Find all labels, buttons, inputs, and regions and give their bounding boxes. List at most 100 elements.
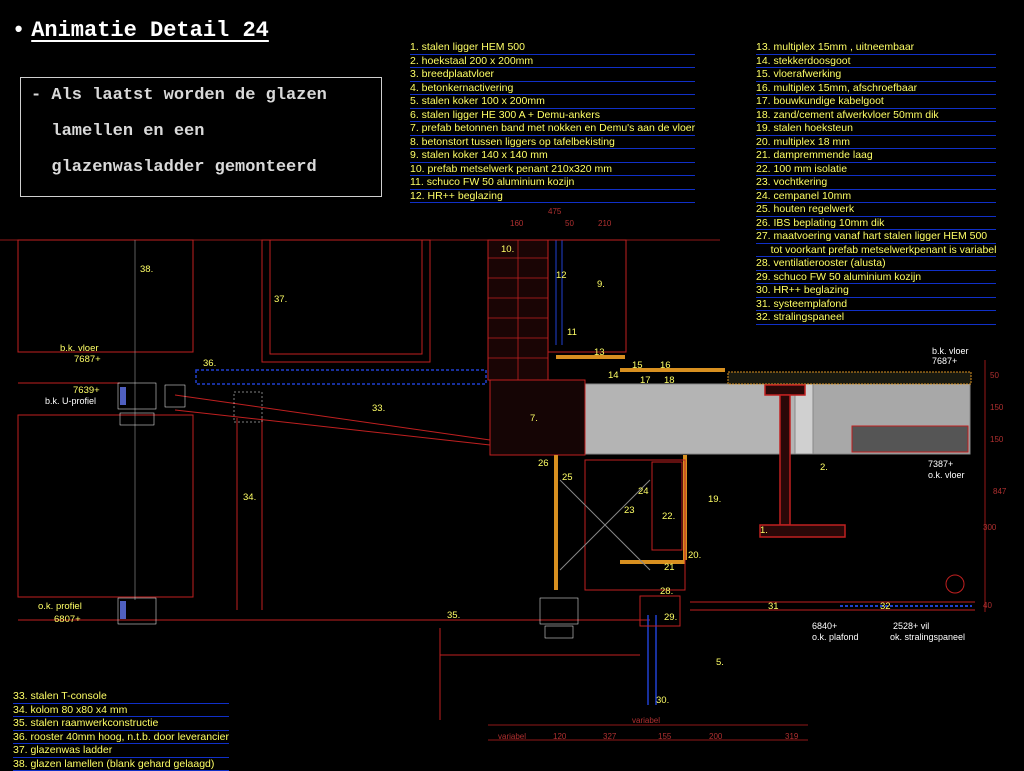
dimension-label: 210 — [598, 219, 612, 228]
legend-item: 20. multiplex 18 mm — [756, 136, 996, 150]
callout-13: 13 — [594, 347, 605, 358]
legend-item: 8. betonstort tussen liggers op tafelbek… — [410, 136, 695, 150]
dimension-label: 319 — [785, 732, 799, 741]
dimension-label: 40 — [983, 601, 992, 610]
callout-20: 20. — [688, 550, 701, 561]
legend-item: 37. glazenwas ladder — [13, 744, 229, 758]
callout-15: 15 — [632, 360, 643, 371]
level-label: b.k. vloer — [932, 346, 969, 356]
legend-item: 2. hoekstaal 200 x 200mm — [410, 55, 695, 69]
legend-bottom-left: 33. stalen T-console 34. kolom 80 x80 x4… — [13, 690, 229, 771]
legend-item: 21. dampremmende laag — [756, 149, 996, 163]
legend-item: 16. multiplex 15mm, afschroefbaar — [756, 82, 996, 96]
dimension-label: variabel — [498, 732, 526, 741]
callout-31: 31 — [768, 601, 779, 612]
legend-item: 28. ventilatierooster (alusta) — [756, 257, 996, 271]
legend-item: 33. stalen T-console — [13, 690, 229, 704]
level-value: 7687+ — [74, 354, 101, 365]
callout-25: 25 — [562, 472, 573, 483]
dimension-label: 155 — [658, 732, 672, 741]
callout-35: 35. — [447, 610, 460, 621]
dimension-label: 327 — [603, 732, 617, 741]
level-label: b.k. U-profiel — [45, 396, 96, 406]
callout-30: 30. — [656, 695, 669, 706]
callout-5: 5. — [716, 657, 724, 668]
legend-item: 24. cempanel 10mm — [756, 190, 996, 204]
legend-item: 7. prefab betonnen band met nokken en De… — [410, 122, 695, 136]
callout-10: 10. — [501, 244, 514, 255]
callout-2: 2. — [820, 462, 828, 473]
callout-19: 19. — [708, 494, 721, 505]
callout-16: 16 — [660, 360, 671, 371]
callout-23: 23 — [624, 505, 635, 516]
level-value: 7387+ — [928, 459, 953, 469]
callout-17: 17 — [640, 375, 651, 386]
dimension-label: 50 — [990, 371, 999, 380]
legend-item: tot voorkant prefab metselwerkpenant is … — [756, 244, 996, 258]
legend-item: 15. vloerafwerking — [756, 68, 996, 82]
level-label: ok. stralingspaneel — [890, 632, 965, 642]
dimension-label: 200 — [709, 732, 723, 741]
level-label: o.k. plafond — [812, 632, 859, 642]
legend-item: 32. stralingspaneel — [756, 311, 996, 325]
callout-11: 11 — [567, 327, 577, 338]
legend-item: 17. bouwkundige kabelgoot — [756, 95, 996, 109]
callout-12: 12 — [556, 270, 567, 281]
legend-item: 22. 100 mm isolatie — [756, 163, 996, 177]
legend-item: 14. stekkerdoosgoot — [756, 55, 996, 69]
legend-item: 1. stalen ligger HEM 500 — [410, 41, 695, 55]
dimension-label: 150 — [990, 435, 1004, 444]
callout-28: 28. — [660, 586, 673, 597]
dimension-label: 120 — [553, 732, 567, 741]
level-value: 6840+ — [812, 621, 837, 631]
callout-33: 33. — [372, 403, 385, 414]
callout-29: 29. — [664, 612, 677, 623]
legend-item: 23. vochtkering — [756, 176, 996, 190]
callout-14: 14 — [608, 370, 619, 381]
legend-item: 13. multiplex 15mm , uitneembaar — [756, 41, 996, 55]
legend-item: 5. stalen koker 100 x 200mm — [410, 95, 695, 109]
level-value: 7639+ — [73, 385, 100, 396]
callout-36: 36. — [203, 358, 216, 369]
callout-38: 38. — [140, 264, 153, 275]
level-value: 6807+ — [54, 614, 81, 625]
callout-18: 18 — [664, 375, 675, 386]
callout-9: 9. — [597, 279, 605, 290]
dimension-label: 160 — [510, 219, 524, 228]
callout-32: 32 — [880, 601, 891, 612]
callout-26: 26 — [538, 458, 549, 469]
callout-7: 7. — [530, 413, 538, 424]
level-label: o.k. vloer — [928, 470, 965, 480]
legend-item: 29. schuco FW 50 aluminium kozijn — [756, 271, 996, 285]
dimension-label: 847 — [993, 487, 1007, 496]
legend-item: 26. IBS beplating 10mm dik — [756, 217, 996, 231]
legend-item: 38. glazen lamellen (blank gehard gelaag… — [13, 758, 229, 771]
legend-item: 4. betonkernactivering — [410, 82, 695, 96]
legend-item: 9. stalen koker 140 x 140 mm — [410, 149, 695, 163]
legend-top-right: 13. multiplex 15mm , uitneembaar 14. ste… — [756, 41, 996, 325]
legend-top-left: 1. stalen ligger HEM 500 2. hoekstaal 20… — [410, 41, 695, 203]
callout-24: 24 — [638, 486, 649, 497]
legend-item: 30. HR++ beglazing — [756, 284, 996, 298]
legend-item: 11. schuco FW 50 aluminium kozijn — [410, 176, 695, 190]
callout-34: 34. — [243, 492, 256, 503]
legend-item: 31. systeemplafond — [756, 298, 996, 312]
callout-21: 21 — [664, 562, 675, 573]
legend-item: 6. stalen ligger HE 300 A + Demu-ankers — [410, 109, 695, 123]
dimension-label: 300 — [983, 523, 997, 532]
callout-22: 22. — [662, 511, 675, 522]
dimension-label: 475 — [548, 207, 562, 216]
legend-item: 34. kolom 80 x80 x4 mm — [13, 704, 229, 718]
callout-1: 1. — [760, 525, 768, 536]
callout-37: 37. — [274, 294, 287, 305]
dimension-label: 50 — [565, 219, 574, 228]
level-value: 7687+ — [932, 356, 957, 366]
legend-item: 19. stalen hoeksteun — [756, 122, 996, 136]
dimension-label: variabel — [632, 716, 660, 725]
legend-item: 36. rooster 40mm hoog, n.t.b. door lever… — [13, 731, 229, 745]
legend-item: 12. HR++ beglazing — [410, 190, 695, 204]
level-value: 2528+ vil — [893, 621, 929, 631]
dimension-label: 150 — [990, 403, 1004, 412]
level-label: o.k. profiel — [38, 601, 82, 612]
legend-item: 25. houten regelwerk — [756, 203, 996, 217]
